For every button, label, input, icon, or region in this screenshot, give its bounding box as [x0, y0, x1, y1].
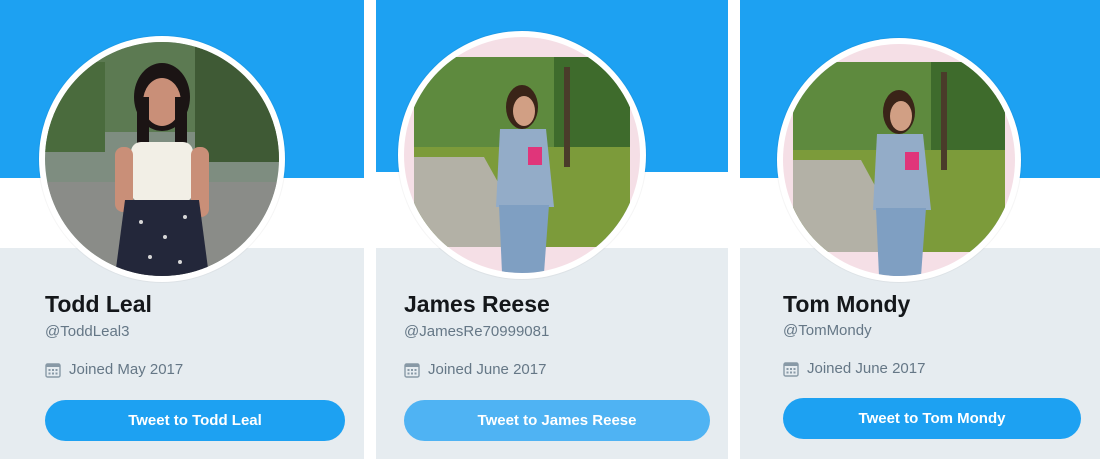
calendar-icon	[783, 361, 799, 377]
profile-name[interactable]: Tom Mondy	[783, 291, 910, 318]
joined-date: Joined June 2017	[404, 361, 546, 378]
profile-card-tom-mondy: Tom Mondy @TomMondy Joined June 2017 Twe…	[740, 0, 1100, 459]
avatar[interactable]	[783, 44, 1015, 276]
joined-label: Joined June 2017	[428, 361, 547, 378]
profile-card-james-reese: James Reese @JamesRe70999081 Joined June…	[376, 0, 728, 459]
profile-handle[interactable]: @TomMondy	[783, 322, 872, 339]
joined-date: Joined May 2017	[45, 361, 183, 378]
avatar[interactable]	[404, 37, 640, 273]
profile-card-todd-leal: Todd Leal @ToddLeal3 Joined May 2017 Twe…	[0, 0, 364, 459]
tweet-to-button[interactable]: Tweet to Tom Mondy	[783, 398, 1081, 439]
joined-label: Joined June 2017	[807, 360, 926, 377]
calendar-icon	[45, 362, 61, 378]
profile-handle[interactable]: @JamesRe70999081	[404, 323, 549, 340]
profile-name[interactable]: Todd Leal	[45, 291, 152, 318]
profile-handle[interactable]: @ToddLeal3	[45, 323, 129, 340]
calendar-icon	[404, 362, 420, 378]
joined-date: Joined June 2017	[783, 360, 925, 377]
joined-label: Joined May 2017	[69, 361, 184, 378]
profile-name[interactable]: James Reese	[404, 291, 550, 318]
avatar[interactable]	[45, 42, 279, 276]
tweet-to-button[interactable]: Tweet to Todd Leal	[45, 400, 345, 441]
tweet-to-button[interactable]: Tweet to James Reese	[404, 400, 710, 441]
